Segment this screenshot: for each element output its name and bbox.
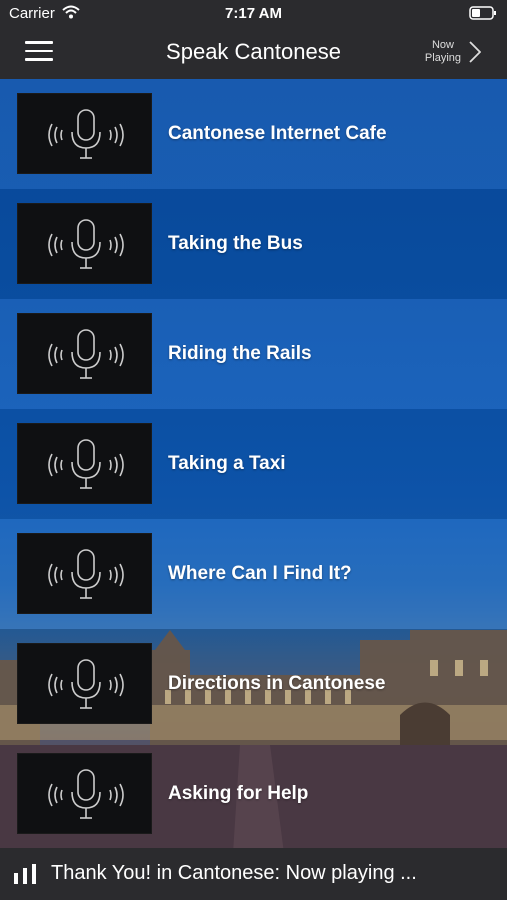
lesson-title: Directions in Cantonese [168, 673, 386, 694]
lesson-thumbnail [17, 533, 152, 614]
lesson-row[interactable]: Cantonese Internet Cafe [0, 79, 507, 189]
lesson-title: Cantonese Internet Cafe [168, 123, 387, 144]
lesson-row[interactable]: Taking the Bus [0, 189, 507, 299]
lesson-list: Cantonese Internet Cafe Taking the Bus R… [0, 79, 507, 849]
now-playing-button[interactable]: Now Playing [425, 39, 461, 65]
status-bar: Carrier 7:17 AM [0, 0, 507, 28]
lesson-thumbnail [17, 753, 152, 834]
lesson-thumbnail [17, 643, 152, 724]
lesson-thumbnail [17, 203, 152, 284]
lesson-thumbnail [17, 313, 152, 394]
microphone-icon [48, 439, 124, 489]
microphone-icon [48, 659, 124, 709]
lesson-row[interactable]: Directions in Cantonese [0, 629, 507, 739]
microphone-icon [48, 769, 124, 819]
equalizer-icon [14, 864, 38, 889]
navigation-bar: Speak Cantonese Now Playing [0, 28, 507, 79]
lesson-thumbnail [17, 423, 152, 504]
microphone-icon [48, 219, 124, 269]
lesson-title: Taking a Taxi [168, 453, 286, 474]
lesson-title: Riding the Rails [168, 343, 312, 364]
lesson-row[interactable]: Asking for Help [0, 739, 507, 849]
lesson-row[interactable]: Where Can I Find It? [0, 519, 507, 629]
lesson-thumbnail [17, 93, 152, 174]
lesson-row[interactable]: Taking a Taxi [0, 409, 507, 519]
lesson-title: Where Can I Find It? [168, 563, 352, 584]
clock-time: 7:17 AM [225, 5, 282, 22]
chevron-right-icon[interactable] [469, 41, 482, 68]
lesson-title: Taking the Bus [168, 233, 303, 254]
now-playing-label-line2: Playing [424, 52, 461, 64]
now-playing-label-line1: Now [431, 39, 454, 51]
battery-icon [469, 6, 497, 24]
lesson-row[interactable]: Riding the Rails [0, 299, 507, 409]
lesson-title: Asking for Help [168, 783, 309, 804]
microphone-icon [48, 329, 124, 379]
now-playing-text: Thank You! in Cantonese: Now playing ... [51, 862, 417, 884]
now-playing-bar[interactable]: Thank You! in Cantonese: Now playing ... [0, 848, 507, 900]
microphone-icon [48, 549, 124, 599]
microphone-icon [48, 109, 124, 159]
